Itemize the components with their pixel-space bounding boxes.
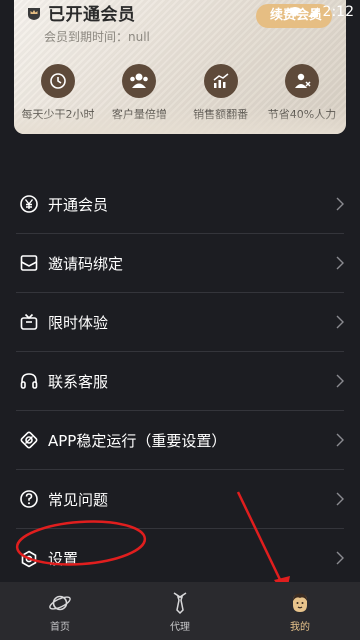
chevron-right-icon (336, 315, 344, 329)
benefit-label: 节省40%人力 (267, 108, 337, 121)
menu-item-invite-code[interactable]: 邀请码绑定 (16, 234, 344, 293)
users-icon (122, 64, 157, 98)
nav-item-home[interactable]: 首页 (0, 582, 120, 640)
menu-item-open-membership[interactable]: 开通会员 (16, 175, 344, 234)
nav-item-agent[interactable]: 代理 (120, 582, 240, 640)
save-labor-icon (284, 64, 319, 98)
benefit-label: 销售额翻番 (193, 108, 249, 121)
nav-label: 我的 (290, 621, 310, 633)
menu-item-label: 联系客服 (48, 372, 109, 391)
benefit-item: 销售额翻番 (181, 64, 261, 122)
menu-item-label: APP稳定运行（重要设置） (48, 431, 227, 450)
question-icon (18, 488, 40, 510)
chevron-right-icon (336, 256, 344, 270)
status-time: 2:12 (322, 4, 354, 20)
app-screen: 2:12 已开通会员 会员到期时间：null 续费会员 每天少干2小时 (0, 0, 360, 640)
menu-item-label: 邀请码绑定 (48, 254, 124, 273)
member-expire-text: 会员到期时间：null (44, 30, 150, 44)
wifi-icon (287, 7, 302, 17)
benefit-label: 每天少干2小时 (21, 108, 95, 121)
benefit-item: 每天少干2小时 (18, 64, 98, 122)
menu-item-customer-service[interactable]: 联系客服 (16, 352, 344, 411)
chevron-right-icon (336, 551, 344, 565)
envelope-icon (18, 252, 40, 274)
planet-icon (47, 590, 73, 616)
settings-icon (18, 548, 40, 570)
bottom-nav: 首页 代理 我的 (0, 582, 360, 640)
chevron-right-icon (336, 492, 344, 506)
benefit-label: 客户量倍增 (111, 108, 167, 121)
tie-icon (167, 590, 193, 616)
chevron-right-icon (336, 374, 344, 388)
shield-icon (18, 429, 40, 451)
menu-item-faq[interactable]: 常见问题 (16, 470, 344, 529)
menu-item-label: 开通会员 (48, 195, 109, 214)
status-bar: 2:12 (281, 0, 360, 24)
benefits-row: 每天少干2小时 客户量倍增 销售额翻番 节省40%人力 (14, 64, 346, 122)
benefit-item: 客户量倍增 (99, 64, 179, 122)
menu-item-label: 限时体验 (48, 313, 109, 332)
nav-label: 首页 (50, 621, 70, 633)
crown-badge-icon (28, 7, 40, 20)
menu-item-limited-trial[interactable]: 限时体验 (16, 293, 344, 352)
tv-icon (18, 311, 40, 333)
clock-icon (41, 64, 75, 98)
chevron-right-icon (336, 433, 344, 447)
nav-label: 代理 (170, 621, 190, 633)
headset-icon (18, 370, 40, 392)
chevron-right-icon (336, 197, 344, 211)
nav-item-mine[interactable]: 我的 (240, 582, 360, 640)
yen-icon (18, 193, 40, 215)
menu-item-app-stable-settings[interactable]: APP稳定运行（重要设置） (16, 411, 344, 470)
menu-item-settings[interactable]: 设置 (16, 529, 344, 588)
menu-item-label: 常见问题 (48, 490, 109, 509)
member-status-title: 已开通会员 (48, 5, 136, 25)
benefit-item: 节省40%人力 (262, 64, 342, 122)
signal-icon (307, 7, 318, 17)
menu-list: 开通会员 邀请码绑定 限时体验 联系客服 APP稳定运行（重要设置） 常见问题 … (0, 175, 360, 588)
menu-item-label: 设置 (48, 550, 79, 568)
member-title-row: 已开通会员 (26, 0, 136, 25)
growth-chart-icon (203, 64, 238, 98)
profile-icon (287, 590, 313, 616)
